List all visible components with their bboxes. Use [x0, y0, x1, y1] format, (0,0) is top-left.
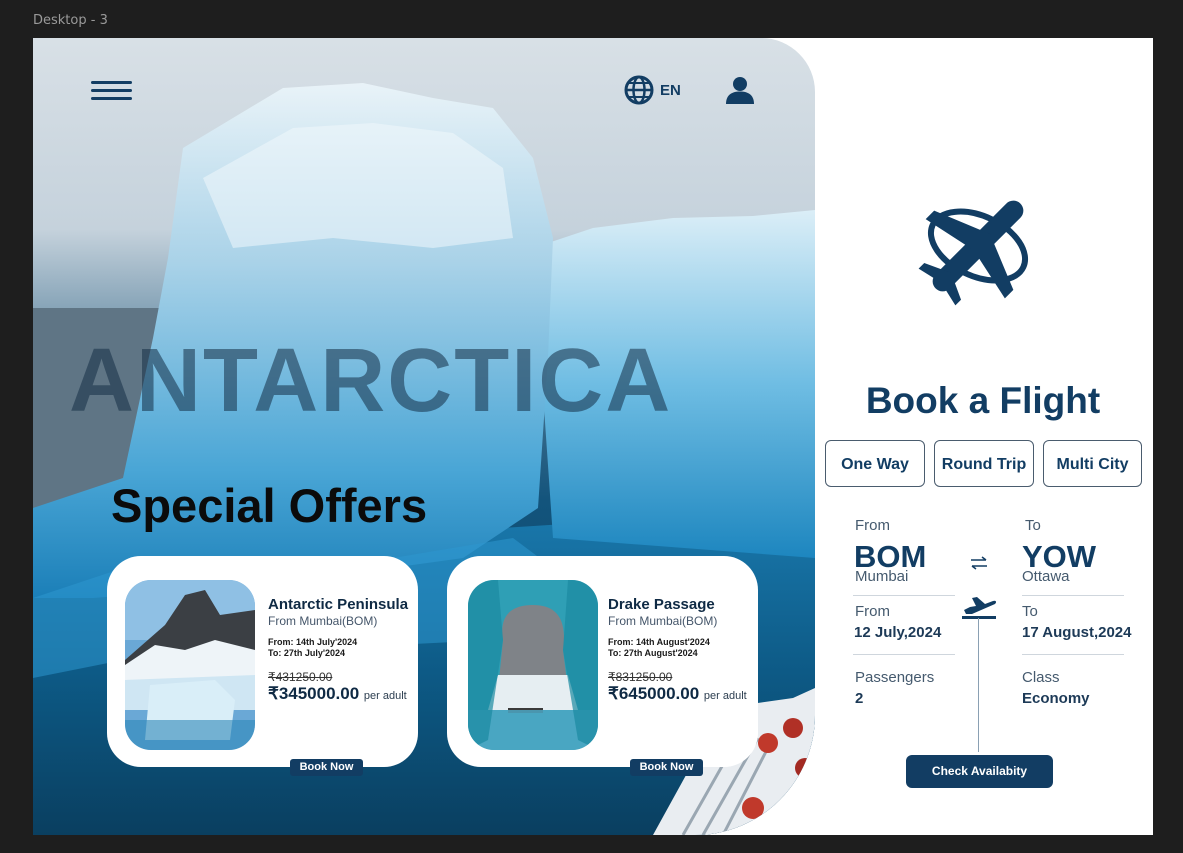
offer-title: Antarctic Peninsula: [268, 596, 409, 613]
depart-date-label: From: [855, 603, 890, 620]
to-city: Ottawa: [1022, 568, 1070, 585]
airplane-logo-icon: [918, 200, 1029, 306]
destination-title: ANTARCTICA: [69, 331, 673, 431]
offer-image-antarctic-peninsula: [125, 580, 255, 750]
trip-type-round-trip[interactable]: Round Trip: [934, 440, 1034, 487]
offer-old-price: ₹431250.00: [268, 670, 333, 684]
trip-type-one-way[interactable]: One Way: [825, 440, 925, 487]
offer-price: ₹645000.00: [608, 684, 700, 703]
offer-origin: From Mumbai(BOM): [608, 614, 718, 628]
class-value[interactable]: Economy: [1022, 690, 1090, 707]
offer-to-date: To: 27th August'2024: [608, 648, 698, 658]
departure-icon: [962, 597, 997, 619]
swap-icon[interactable]: [969, 556, 989, 570]
offer-title: Drake Passage: [608, 596, 715, 613]
route-line: [978, 618, 979, 752]
divider: [853, 654, 955, 655]
return-date-value[interactable]: 17 August,2024: [1022, 624, 1132, 641]
divider: [1022, 654, 1124, 655]
globe-icon: [624, 75, 654, 105]
divider: [1022, 595, 1124, 596]
offer-from-date: From: 14th August'2024: [608, 637, 710, 647]
frame-label: Desktop - 3: [33, 13, 108, 28]
passengers-value[interactable]: 2: [855, 690, 863, 707]
check-availability-button[interactable]: Check Availabity: [906, 755, 1053, 788]
offer-image-drake-passage: [468, 580, 598, 750]
offer-price-unit: per adult: [703, 690, 747, 702]
to-label: To: [1025, 517, 1041, 534]
offer-price: ₹345000.00: [268, 684, 360, 703]
language-label: EN: [660, 81, 681, 99]
offer-from-date: From: 14th July'2024: [268, 637, 358, 647]
desktop-frame: EN ANTARCTICA Special Offers Antarctic P…: [33, 38, 1153, 835]
user-icon[interactable]: [725, 75, 755, 105]
from-city: Mumbai: [855, 568, 909, 585]
from-label: From: [855, 517, 890, 534]
offer-card: Drake Passage From Mumbai(BOM) From: 14t…: [447, 556, 758, 776]
divider: [853, 595, 955, 596]
offer-to-date: To: 27th July'2024: [268, 648, 346, 658]
offer-price-unit: per adult: [363, 690, 407, 702]
menu-icon[interactable]: [91, 81, 132, 101]
depart-date-value[interactable]: 12 July,2024: [854, 624, 941, 641]
offer-old-price: ₹831250.00: [608, 670, 673, 684]
passengers-label: Passengers: [855, 669, 935, 686]
offer-origin: From Mumbai(BOM): [268, 614, 378, 628]
language-selector[interactable]: EN: [624, 75, 681, 105]
special-offers-heading: Special Offers: [111, 479, 428, 532]
return-date-label: To: [1022, 603, 1038, 620]
book-flight-title: Book a Flight: [865, 380, 1101, 421]
trip-type-multi-city[interactable]: Multi City: [1043, 440, 1142, 487]
book-now-button[interactable]: Book Now: [290, 759, 363, 776]
hero-banner: EN ANTARCTICA Special Offers Antarctic P…: [33, 38, 815, 835]
offer-card: Antarctic Peninsula From Mumbai(BOM) Fro…: [107, 556, 418, 776]
book-now-button[interactable]: Book Now: [630, 759, 703, 776]
class-label: Class: [1022, 669, 1060, 686]
